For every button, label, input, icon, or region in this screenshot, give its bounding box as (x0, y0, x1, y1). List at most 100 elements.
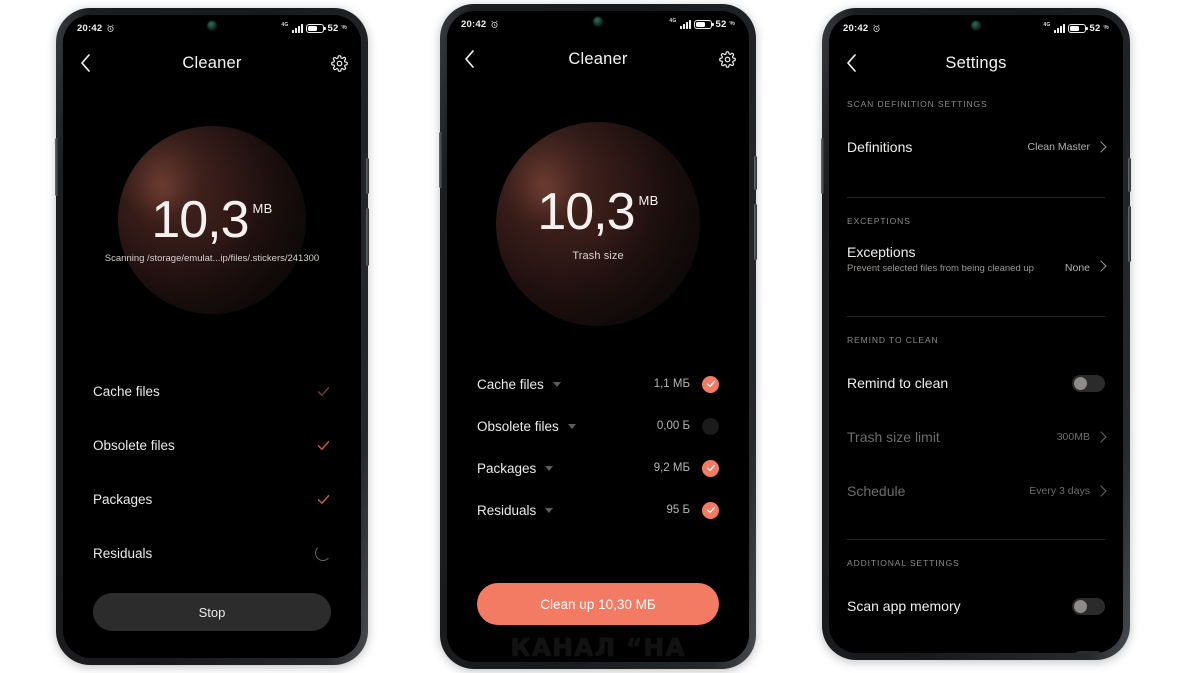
side-button-left-1[interactable] (55, 138, 58, 196)
category-row-residuals-1[interactable]: Residuals (63, 532, 361, 574)
section-header-exceptions: EXCEPTIONS (847, 216, 911, 226)
section-header-additional-settings: ADDITIONAL SETTINGS (847, 558, 960, 568)
chevron-down-icon[interactable] (567, 423, 576, 429)
stop-button[interactable]: Stop (93, 593, 331, 631)
settings-row-title: Schedule (847, 483, 906, 499)
screen-1: 20:42 4G 52 % Cleaner 10,3 MB Scanning /… (63, 15, 361, 658)
section-header-scan-definition: SCAN DEFINITION SETTINGS (847, 99, 988, 109)
trash-sphere-wrap-1: 10,3 MB (63, 125, 361, 315)
category-size: 1,1 МБ (653, 378, 690, 390)
sphere-content-1: 10,3 MB (118, 126, 306, 314)
side-button-right-2b[interactable] (754, 204, 757, 260)
category-list-2: Cache files 1,1 МБ Obsolete files 0,00 Б (447, 363, 749, 531)
network-type-label: 4G (1043, 21, 1051, 28)
category-size: 9,2 МБ (653, 462, 690, 474)
side-button-right-3b[interactable] (1128, 206, 1131, 262)
checkbox-unchecked-icon[interactable] (702, 417, 719, 435)
gear-icon (330, 54, 348, 72)
settings-button-2[interactable] (705, 37, 749, 81)
status-time: 20:42 (461, 18, 487, 30)
settings-row-remind-to-clean[interactable]: Remind to clean (847, 359, 1105, 407)
category-row-packages-1[interactable]: Packages (63, 478, 361, 520)
phone-device-2: 20:42 4G 52 % Cleaner 10,3 MB Trash size… (439, 4, 757, 669)
side-button-right-3[interactable] (1128, 158, 1131, 192)
watermark-prefix: КАНАЛ “НА СВЯ (510, 633, 686, 662)
category-row-cache-files-2[interactable]: Cache files 1,1 МБ (447, 363, 749, 405)
alarm-clock-icon (873, 24, 880, 32)
signal-bars-icon (1054, 24, 1066, 33)
settings-row-exceptions[interactable]: Exceptions Prevent selected files from b… (847, 240, 1107, 288)
settings-row-scan-app-memory[interactable]: Scan app memory (847, 582, 1105, 630)
percent-symbol: % (341, 25, 347, 31)
app-bar-1: Cleaner (63, 41, 361, 85)
side-button-left-2[interactable] (439, 132, 442, 188)
category-label: Residuals (93, 545, 153, 561)
category-row-packages-2[interactable]: Packages 9,2 МБ (447, 447, 749, 489)
trash-sphere-2: 10,3 MB Trash size (496, 122, 700, 326)
settings-row-value: Every 3 days (1029, 485, 1090, 497)
screenshot-canvas: 20:42 4G 52 % Cleaner 10,3 MB Scanning /… (0, 0, 1200, 673)
network-type-label: 4G (669, 17, 677, 24)
chevron-down-icon[interactable] (552, 381, 561, 387)
checkbox-checked-icon[interactable] (702, 375, 719, 393)
settings-button-1[interactable] (317, 41, 361, 85)
back-button-2[interactable] (447, 37, 491, 81)
trash-size-unit-2: MB (638, 193, 659, 208)
settings-row-title: Trash size limit (847, 429, 940, 445)
settings-row-home-screen-shortcut[interactable]: Show Home screen shortcut (847, 635, 1105, 653)
category-label: Packages (477, 460, 537, 476)
settings-row-title: Exceptions (847, 244, 916, 260)
category-label: Packages (93, 491, 153, 507)
category-row-cache-files-1[interactable]: Cache files (63, 370, 361, 412)
spinner-icon (315, 545, 331, 561)
chevron-down-icon[interactable] (545, 465, 554, 471)
settings-list: SCAN DEFINITION SETTINGS Definitions Cle… (829, 85, 1123, 653)
settings-row-title: Definitions (847, 139, 913, 155)
category-row-obsolete-files-1[interactable]: Obsolete files (63, 424, 361, 466)
back-button-1[interactable] (63, 41, 107, 85)
side-button-right-2[interactable] (754, 156, 757, 190)
side-button-right-1[interactable] (366, 158, 369, 194)
alarm-clock-icon (107, 24, 114, 32)
chevron-down-icon[interactable] (545, 507, 554, 513)
settings-row-value: Clean Master (1027, 141, 1090, 153)
settings-row-schedule[interactable]: Schedule Every 3 days (847, 467, 1107, 515)
percent-symbol: % (1103, 25, 1109, 31)
toggle-remind-to-clean[interactable] (1072, 374, 1105, 392)
settings-row-definitions[interactable]: Definitions Clean Master (847, 123, 1107, 171)
section-header-remind-to-clean: REMIND TO CLEAN (847, 335, 939, 345)
screen-3: 20:42 4G 52 % Settings SCAN DEFINITION S… (829, 15, 1123, 653)
clean-up-button[interactable]: Clean up 10,30 МБ (477, 583, 719, 625)
settings-row-trash-size-limit[interactable]: Trash size limit 300MB (847, 413, 1107, 461)
trash-size-value-1: 10,3 MB (151, 194, 272, 246)
category-row-residuals-2[interactable]: Residuals 95 Б (447, 489, 749, 531)
trash-size-number-2: 10,3 (537, 183, 635, 241)
side-button-left-3[interactable] (821, 138, 824, 194)
trash-size-unit-1: MB (252, 201, 273, 216)
toggle-home-screen-shortcut[interactable] (1072, 650, 1105, 653)
status-bar-2: 20:42 4G 52 % (447, 11, 749, 37)
back-chevron-icon (80, 54, 90, 72)
check-icon (315, 383, 331, 399)
checkbox-checked-icon[interactable] (702, 459, 719, 477)
category-row-obsolete-files-2[interactable]: Obsolete files 0,00 Б (447, 405, 749, 447)
chevron-right-icon (1095, 431, 1107, 443)
battery-percent: 52 (327, 22, 339, 34)
chevron-right-icon (1095, 485, 1107, 497)
section-divider (847, 539, 1105, 540)
trash-sphere-wrap-2: 10,3 MB Trash size (447, 119, 749, 329)
network-type-label: 4G (281, 21, 289, 28)
section-divider (847, 197, 1105, 198)
back-chevron-icon (846, 54, 856, 72)
battery-icon (1068, 23, 1089, 33)
battery-icon (694, 19, 715, 29)
chevron-right-icon (1095, 141, 1107, 153)
checkbox-checked-icon[interactable] (702, 501, 719, 519)
trash-size-caption: Trash size (572, 250, 624, 262)
back-button-3[interactable] (829, 41, 873, 85)
toggle-scan-app-memory[interactable] (1072, 597, 1105, 615)
settings-row-title: Show Home screen shortcut (847, 651, 1062, 653)
side-button-right-1b[interactable] (366, 208, 369, 266)
page-title-1: Cleaner (182, 53, 242, 72)
battery-percent: 52 (715, 18, 727, 30)
